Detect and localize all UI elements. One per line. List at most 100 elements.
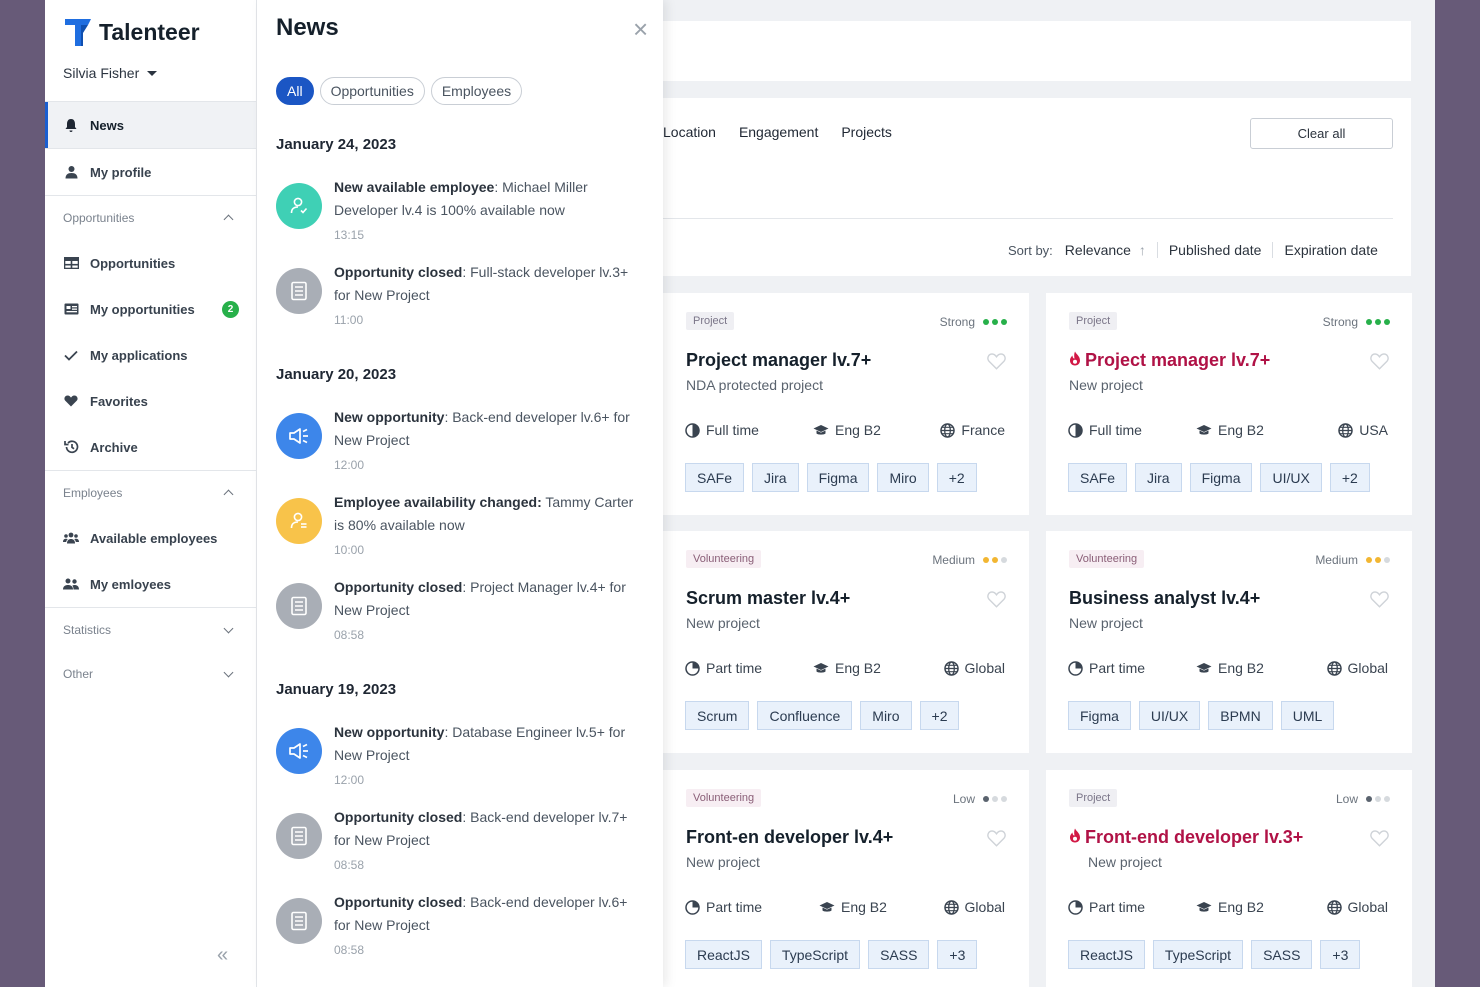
skill-tag[interactable]: Jira — [1135, 463, 1182, 492]
job-location: Global — [943, 899, 1005, 915]
skill-tag[interactable]: UI/UX — [1138, 701, 1201, 730]
news-item[interactable]: Opportunity closed: Back-end developer l… — [276, 806, 646, 882]
skill-tag[interactable]: SASS — [1251, 940, 1313, 969]
favorite-heart-icon[interactable] — [1370, 353, 1389, 371]
close-icon[interactable]: × — [633, 16, 648, 42]
skill-tag[interactable]: +2 — [936, 463, 977, 492]
favorite-heart-icon[interactable] — [987, 353, 1006, 371]
job-title-text: Business analyst lv.4+ — [1069, 588, 1261, 608]
skill-tag[interactable]: Confluence — [757, 701, 853, 730]
brand[interactable]: Talenteer — [63, 16, 200, 48]
skill-tag[interactable]: SASS — [868, 940, 930, 969]
sidebar-item-available-employees[interactable]: Available employees — [45, 515, 256, 561]
skill-tag[interactable]: Figma — [1068, 701, 1131, 730]
skill-tag[interactable]: Miro — [877, 463, 929, 492]
skill-tag[interactable]: Jira — [752, 463, 799, 492]
skill-tag[interactable]: +2 — [919, 701, 960, 730]
brand-name: Talenteer — [99, 18, 200, 45]
news-item[interactable]: New opportunity: Back-end developer lv.6… — [276, 406, 646, 482]
sidebar-item-my-applications[interactable]: My applications — [45, 332, 256, 378]
skill-tag[interactable]: TypeScript — [1152, 940, 1244, 969]
news-time: 08:58 — [334, 628, 365, 642]
tab-projects[interactable]: Projects — [841, 124, 892, 140]
job-title[interactable]: Front-en developer lv.4+ — [686, 827, 893, 848]
news-text: Employee availability changed: Tammy Car… — [334, 491, 646, 536]
news-item[interactable]: Opportunity closed: Project Manager lv.4… — [276, 576, 646, 652]
favorite-heart-icon[interactable] — [987, 830, 1006, 848]
favorite-heart-icon[interactable] — [1370, 830, 1389, 848]
skill-tag[interactable]: Scrum — [685, 701, 750, 730]
grid-icon — [63, 255, 79, 271]
news-item[interactable]: Employee availability changed: Tammy Car… — [276, 491, 646, 567]
sidebar-item-my-employees[interactable]: My emloyees — [45, 561, 256, 607]
skill-tag[interactable]: ReactJS — [685, 940, 762, 969]
skill-tag[interactable]: BPMN — [1208, 701, 1273, 730]
job-title[interactable]: Front-end developer lv.3+ — [1069, 827, 1303, 848]
skill-tag[interactable]: +3 — [1320, 940, 1361, 969]
skill-tag[interactable]: SAFe — [1068, 463, 1128, 492]
filter-employees[interactable]: Employees — [430, 77, 523, 105]
sidebar-item-archive[interactable]: Archive — [45, 424, 256, 470]
skill-tag[interactable]: ReactJS — [1068, 940, 1145, 969]
sidebar-group-opportunities[interactable]: Opportunities — [45, 196, 256, 240]
sidebar-item-label: My profile — [90, 164, 152, 180]
job-card[interactable]: Volunteering Low Front-en developer lv.4+ N… — [663, 770, 1029, 987]
tab-engagement[interactable]: Engagement — [739, 124, 818, 140]
job-card[interactable]: Volunteering Medium Business analyst lv.4+… — [1046, 531, 1412, 753]
sidebar-item-label: Opportunities — [90, 255, 176, 271]
news-date-heading: January 24, 2023 — [276, 136, 397, 153]
match-dot — [1384, 557, 1390, 563]
skill-tag[interactable]: +2 — [1329, 463, 1370, 492]
sidebar-item-opportunities[interactable]: Opportunities — [45, 240, 256, 286]
tab-location[interactable]: Location — [663, 124, 716, 140]
user-menu[interactable]: Silvia Fisher — [63, 65, 158, 81]
document-icon — [276, 268, 322, 314]
graduation-cap-icon — [1196, 901, 1212, 913]
sort-expiration-date[interactable]: Expiration date — [1272, 242, 1388, 258]
favorite-heart-icon[interactable] — [987, 591, 1006, 609]
job-card[interactable]: Volunteering Medium Scrum master lv.4+ New … — [663, 531, 1029, 753]
sidebar-group-other[interactable]: Other — [45, 652, 256, 696]
caret-down-icon — [147, 70, 158, 76]
sort-relevance[interactable]: Relevance ↑ — [1065, 242, 1157, 258]
history-icon — [63, 439, 79, 455]
skill-tag[interactable]: SAFe — [685, 463, 745, 492]
sidebar-item-news[interactable]: News — [45, 102, 256, 148]
flame-icon — [1069, 351, 1081, 370]
skill-tag[interactable]: Figma — [1189, 463, 1253, 492]
job-title[interactable]: Project manager lv.7+ — [1069, 350, 1270, 371]
job-card[interactable]: Project Strong Project manager lv.7+ NDA pr… — [663, 293, 1029, 515]
employee-icon — [276, 183, 322, 229]
skill-tag[interactable]: Miro — [860, 701, 912, 730]
skill-tag[interactable]: Figma — [806, 463, 870, 492]
news-item[interactable]: Opportunity closed: Back-end developer l… — [276, 891, 646, 967]
job-schedule: Part time — [1068, 660, 1145, 676]
job-title[interactable]: Scrum master lv.4+ — [686, 588, 850, 609]
news-item[interactable]: New available employee: Michael Miller D… — [276, 176, 646, 252]
sort-published-date[interactable]: Published date — [1156, 242, 1273, 258]
news-item[interactable]: New opportunity: Database Engineer lv.5+… — [276, 721, 646, 797]
job-title[interactable]: Business analyst lv.4+ — [1069, 588, 1260, 609]
sidebar-item-my-opportunities[interactable]: My opportunities 2 — [45, 286, 256, 332]
collapse-sidebar-button[interactable]: « — [217, 944, 228, 967]
news-panel: News × All Opportunities Employees Janua… — [257, 0, 663, 987]
chevron-up-icon — [223, 489, 234, 500]
job-title[interactable]: Project manager lv.7+ — [686, 350, 871, 371]
news-item[interactable]: Opportunity closed: Full-stack developer… — [276, 261, 646, 337]
skill-tag[interactable]: UML — [1280, 701, 1335, 730]
sidebar-group-employees[interactable]: Employees — [45, 471, 256, 515]
filter-opportunities[interactable]: Opportunities — [319, 77, 425, 105]
clear-all-button[interactable]: Clear all — [1250, 118, 1393, 149]
job-card[interactable]: Project Strong Project manager lv.7+ New pr… — [1046, 293, 1412, 515]
favorite-heart-icon[interactable] — [1370, 591, 1389, 609]
job-card[interactable]: Project Low Front-end developer lv.3+ New p… — [1046, 770, 1412, 987]
sidebar-group-statistics[interactable]: Statistics — [45, 608, 256, 652]
sidebar-item-favorites[interactable]: Favorites — [45, 378, 256, 424]
sidebar-nav: News My profile Opportunities Opportunit… — [45, 101, 256, 696]
job-schedule-text: Part time — [706, 899, 763, 915]
skill-tag[interactable]: TypeScript — [769, 940, 861, 969]
skill-tag[interactable]: UI/UX — [1260, 463, 1322, 492]
filter-all[interactable]: All — [276, 77, 314, 105]
sidebar-item-my-profile[interactable]: My profile — [45, 149, 256, 195]
skill-tag[interactable]: +3 — [937, 940, 978, 969]
